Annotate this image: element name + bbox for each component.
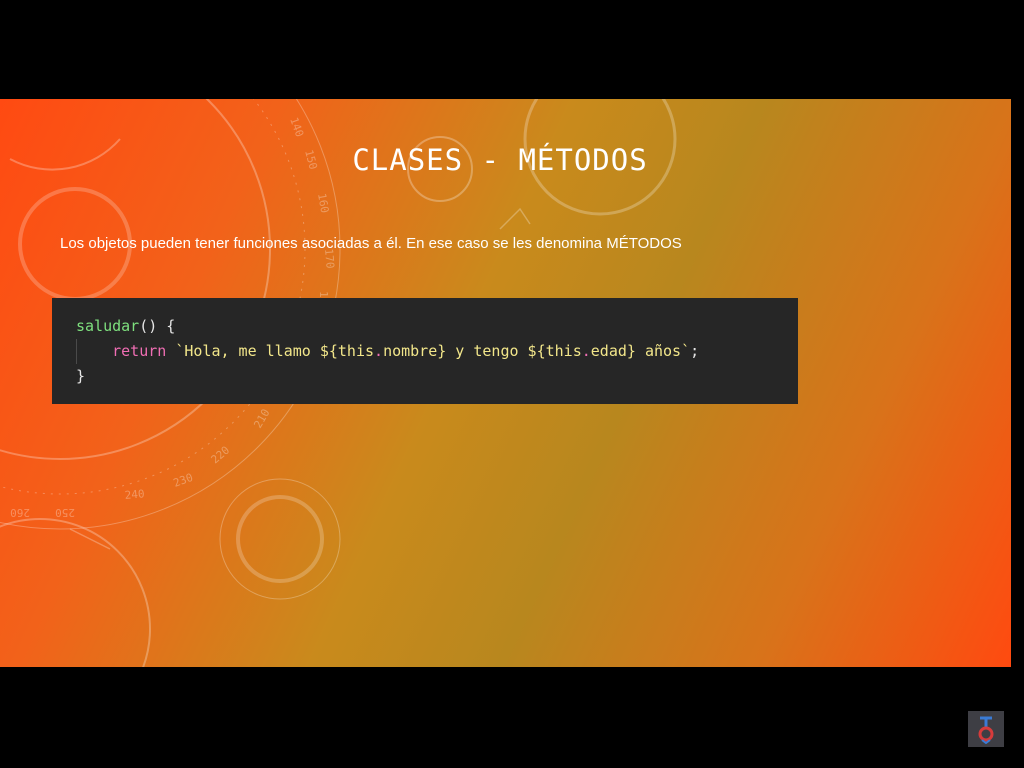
- logo-icon-graphic: [978, 716, 994, 744]
- presentation-slide: 140 150 160 170 180 210 220 230 240 250 …: [0, 99, 1011, 667]
- code-punctuation: }: [76, 367, 86, 385]
- logo-icon: [968, 711, 1004, 747]
- svg-text:250: 250: [55, 506, 75, 519]
- code-block: saludar() { return `Hola, me llamo ${thi…: [52, 298, 798, 404]
- code-string: } y tengo ${: [437, 342, 546, 360]
- svg-text:210: 210: [251, 407, 272, 431]
- svg-text:230: 230: [172, 471, 195, 490]
- code-line-2: return `Hola, me llamo ${this.nombre} y …: [76, 339, 798, 364]
- code-punctuation: ;: [690, 342, 700, 360]
- code-line-1: saludar() {: [76, 314, 798, 339]
- code-dot: .: [374, 342, 384, 360]
- code-string: } años`: [626, 342, 691, 360]
- code-property: edad: [590, 342, 627, 360]
- svg-text:220: 220: [209, 444, 233, 467]
- code-function-name: saludar: [76, 317, 140, 335]
- slide-title: CLASES - MÉTODOS: [352, 143, 648, 177]
- svg-text:160: 160: [315, 192, 331, 214]
- svg-text:140: 140: [287, 116, 306, 139]
- screen: 140 150 160 170 180 210 220 230 240 250 …: [0, 0, 1024, 768]
- code-string: `Hola, me llamo ${: [175, 342, 338, 360]
- code-line-3: }: [76, 364, 798, 389]
- code-this: this: [337, 342, 375, 360]
- svg-text:240: 240: [124, 487, 145, 502]
- code-punctuation: () {: [139, 317, 176, 335]
- code-keyword: return: [112, 342, 167, 360]
- slide-body-text: Los objetos pueden tener funciones asoci…: [60, 235, 682, 252]
- code-dot: .: [581, 342, 591, 360]
- indent-guide: [76, 339, 77, 364]
- code-property: nombre: [383, 342, 438, 360]
- code-this: this: [545, 342, 582, 360]
- svg-text:260: 260: [10, 506, 30, 519]
